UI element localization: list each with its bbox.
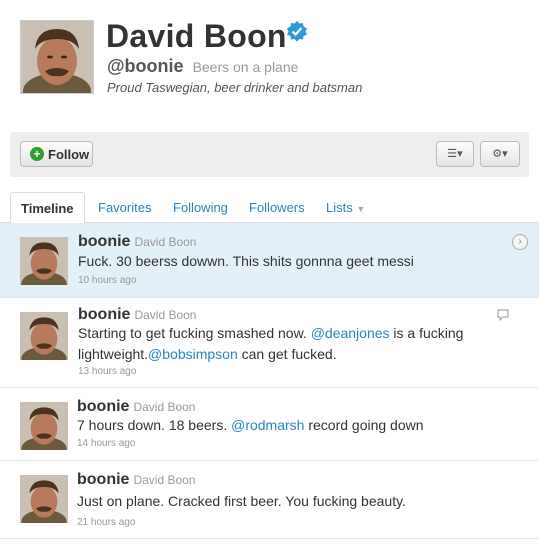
tweet-text: Just on plane. Cracked first beer. You f… [77,493,406,509]
tweet-display-name: David Boon [133,400,196,414]
profile-name: David Boon [106,18,287,54]
profile-header: David Boon @boonie Beers on a plane Prou… [0,0,539,132]
settings-menu-button[interactable]: ⚙▾ [480,141,520,167]
mention-link[interactable]: @bobsimpson [148,346,238,362]
profile-bio: Proud Taswegian, beer drinker and batsma… [107,80,363,95]
tweet-header: boonie David Boon [78,233,196,251]
tweet-username[interactable]: boonie [77,471,129,488]
tweet-username[interactable]: boonie [78,306,130,323]
avatar[interactable] [20,20,94,94]
tab-favorites[interactable]: Favorites [98,192,151,222]
tab-following[interactable]: Following [173,192,228,222]
list-icon: ☰▾ [447,148,463,160]
tweet-display-name: David Boon [133,473,196,487]
tab-lists-label: Lists [326,200,353,215]
tweet-text: 7 hours down. 18 beers. @rodmarsh record… [77,415,424,436]
verified-badge-icon [286,20,308,42]
tweet-avatar[interactable] [20,475,68,523]
tweet-item[interactable]: boonie David Boon Starting to get fucking… [0,298,539,388]
handle-row: @boonie Beers on a plane [107,56,298,77]
action-bar: + Follow ☰▾ ⚙▾ [10,132,529,177]
tweet-display-name: David Boon [134,235,197,249]
reply-icon[interactable] [497,308,509,322]
tweet-display-name: David Boon [134,308,197,322]
tweet-header: boonie David Boon [78,306,196,324]
tweet-text-part: record going down [304,417,424,433]
tweet-text: Starting to get fucking smashed now. @de… [78,323,478,365]
profile-handle: @boonie [107,56,184,76]
tab-lists[interactable]: Lists ▼ [326,192,365,222]
follow-button[interactable]: + Follow [20,141,93,167]
tweet-username[interactable]: boonie [77,398,129,415]
tab-followers[interactable]: Followers [249,192,305,222]
chevron-right-icon[interactable]: › [512,234,528,250]
tweet-text: Fuck. 30 beerss dowwn. This shits gonnna… [78,253,414,269]
mention-link[interactable]: @deanjones [311,325,390,341]
tab-timeline[interactable]: Timeline [10,192,85,224]
follow-label: Follow [48,147,90,162]
gear-icon: ⚙▾ [492,148,508,160]
tweet-avatar[interactable] [20,312,68,360]
tweet-avatar[interactable] [20,237,68,285]
tweet-text-part: can get fucked. [237,346,337,362]
profile-tagline: Beers on a plane [192,59,299,75]
tweet-avatar[interactable] [20,402,68,450]
tweet-text-part: Starting to get fucking smashed now. [78,325,311,341]
tweet-timestamp[interactable]: 21 hours ago [77,517,135,528]
plus-icon: + [30,147,44,161]
tweet-item[interactable]: boonie David Boon Fuck. 30 beerss dowwn. … [0,223,539,298]
list-menu-button[interactable]: ☰▾ [436,141,474,167]
tweet-header: boonie David Boon [77,398,195,416]
mention-link[interactable]: @rodmarsh [231,417,304,433]
tweet-timestamp[interactable]: 10 hours ago [78,275,136,286]
tweet-username[interactable]: boonie [78,233,130,250]
tweet-header: boonie David Boon [77,471,195,489]
tweet-item[interactable]: boonie David Boon 7 hours down. 18 beers.… [0,388,539,461]
tweet-text-part: 7 hours down. 18 beers. [77,417,232,433]
chevron-down-icon: ▼ [356,204,366,214]
profile-tabs: Timeline Favorites Following Followers L… [0,192,539,224]
tweet-timestamp[interactable]: 14 hours ago [77,438,135,449]
tweet-item[interactable]: boonie David Boon Just on plane. Cracked … [0,461,539,539]
tweet-timestamp[interactable]: 13 hours ago [78,366,136,377]
